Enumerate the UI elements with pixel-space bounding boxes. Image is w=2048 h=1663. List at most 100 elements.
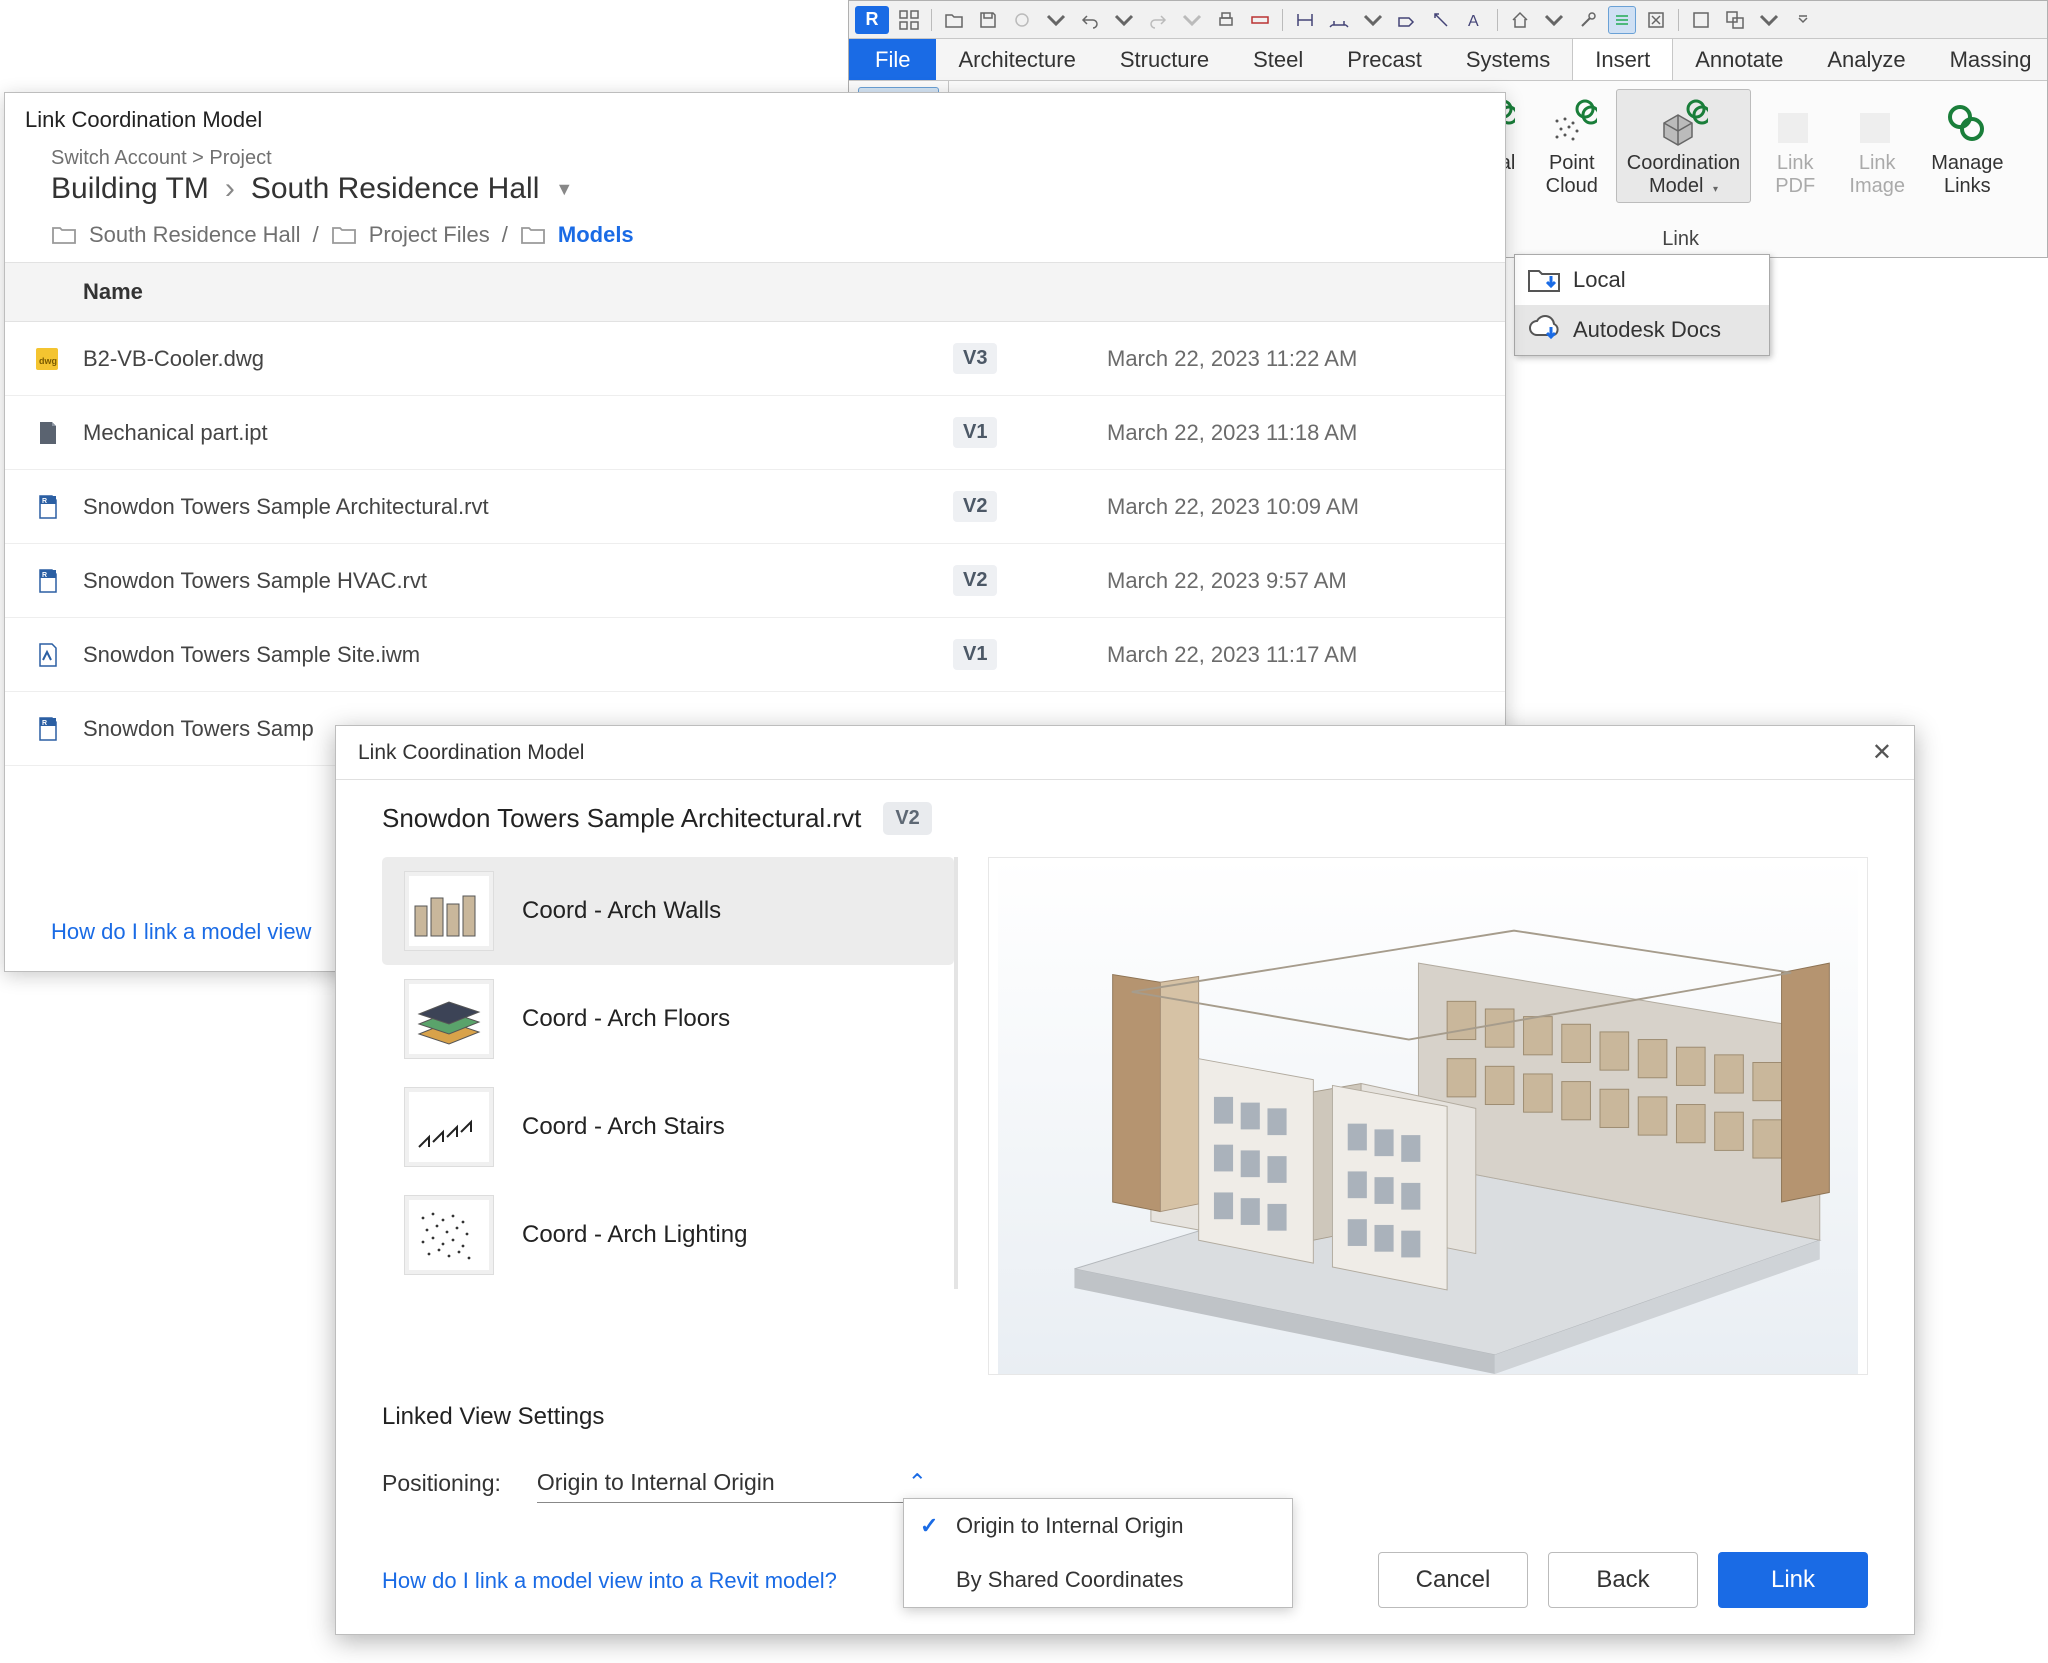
qat-dropdown-icon[interactable] bbox=[1110, 6, 1138, 34]
folder-path: South Residence Hall/ Project Files/ Mod… bbox=[5, 222, 1505, 262]
save-icon[interactable] bbox=[974, 6, 1002, 34]
switch-windows-icon[interactable] bbox=[1721, 6, 1749, 34]
table-row[interactable]: R Snowdon Towers Sample Architectural.rvt… bbox=[5, 470, 1505, 544]
view-item[interactable]: Coord - Arch Floors bbox=[382, 965, 954, 1073]
grid-icon[interactable] bbox=[895, 6, 923, 34]
dialog2-title: Link Coordination Model bbox=[358, 741, 584, 765]
coordination-model-button[interactable]: Coordination Model ▾ bbox=[1616, 89, 1751, 203]
redo-icon[interactable] bbox=[1144, 6, 1172, 34]
ribbon-tabs: File Architecture Structure Steel Precas… bbox=[849, 39, 2047, 81]
tab-systems[interactable]: Systems bbox=[1444, 39, 1572, 80]
measure-icon[interactable] bbox=[1246, 6, 1274, 34]
dropdown-item-autodesk-docs[interactable]: Autodesk Docs bbox=[1515, 305, 1769, 355]
project-name[interactable]: South Residence Hall bbox=[251, 172, 540, 206]
path-seg-1[interactable]: South Residence Hall bbox=[89, 222, 301, 248]
file-type-icon bbox=[31, 420, 63, 446]
open-icon[interactable] bbox=[940, 6, 968, 34]
folder-icon bbox=[520, 224, 546, 246]
model-preview[interactable] bbox=[988, 857, 1868, 1375]
customize-qat-icon[interactable] bbox=[1789, 6, 1817, 34]
view-label: Coord - Arch Lighting bbox=[522, 1221, 747, 1249]
column-name[interactable]: Name bbox=[83, 279, 143, 305]
tab-architecture[interactable]: Architecture bbox=[936, 39, 1097, 80]
positioning-dropdown[interactable]: Origin to Internal Origin ⌃ bbox=[537, 1463, 927, 1503]
home-icon[interactable] bbox=[1506, 6, 1534, 34]
version-badge: V2 bbox=[953, 565, 997, 596]
link-pdf-icon bbox=[1767, 94, 1823, 150]
dimension-linear-icon[interactable] bbox=[1291, 6, 1319, 34]
chevron-up-icon: ⌃ bbox=[908, 1469, 927, 1496]
link-coordination-dialog-views: Link Coordination Model ✕ Snowdon Towers… bbox=[335, 725, 1915, 1635]
file-name: Snowdon Towers Sample Site.iwm bbox=[83, 642, 953, 668]
table-row[interactable]: Snowdon Towers Sample Site.iwmV1March 22… bbox=[5, 618, 1505, 692]
version-badge: V2 bbox=[953, 491, 997, 522]
folder-down-icon bbox=[1527, 265, 1563, 295]
qat-dropdown-icon[interactable] bbox=[1359, 6, 1387, 34]
view-item[interactable]: Coord - Arch Walls bbox=[382, 857, 954, 965]
qat-dropdown-icon[interactable] bbox=[1042, 6, 1070, 34]
tab-massing[interactable]: Massing bbox=[1928, 39, 2048, 80]
link-image-icon bbox=[1849, 94, 1905, 150]
file-date: March 22, 2023 11:22 AM bbox=[1107, 346, 1357, 372]
qat-dropdown-icon[interactable] bbox=[1755, 6, 1783, 34]
view-icon[interactable] bbox=[1687, 6, 1715, 34]
view-item[interactable]: Coord - Arch Lighting bbox=[382, 1181, 954, 1289]
sync-icon[interactable] bbox=[1008, 6, 1036, 34]
account-breadcrumb[interactable]: Switch Account > Project bbox=[5, 147, 1505, 170]
positioning-option[interactable]: ✓Origin to Internal Origin bbox=[904, 1499, 1292, 1553]
help-link[interactable]: How do I link a model view bbox=[51, 919, 311, 945]
table-header: Name bbox=[5, 262, 1505, 322]
tab-structure[interactable]: Structure bbox=[1098, 39, 1231, 80]
dropdown-item-local[interactable]: Local bbox=[1515, 255, 1769, 305]
close-hidden-icon[interactable] bbox=[1642, 6, 1670, 34]
link-button[interactable]: Link bbox=[1718, 1552, 1868, 1608]
tab-steel[interactable]: Steel bbox=[1231, 39, 1325, 80]
table-row[interactable]: dwgB2-VB-Cooler.dwgV3March 22, 2023 11:2… bbox=[5, 322, 1505, 396]
tab-insert[interactable]: Insert bbox=[1572, 39, 1673, 80]
qat-dropdown-icon[interactable] bbox=[1178, 6, 1206, 34]
tag-icon[interactable] bbox=[1393, 6, 1421, 34]
view-thumbnail bbox=[404, 1195, 494, 1275]
text-icon[interactable]: A bbox=[1461, 6, 1489, 34]
path-seg-3[interactable]: Models bbox=[558, 222, 634, 248]
tab-precast[interactable]: Precast bbox=[1325, 39, 1444, 80]
thin-icon[interactable] bbox=[1608, 6, 1636, 34]
tab-file[interactable]: File bbox=[849, 39, 936, 80]
views-list: Coord - Arch Walls Coord - Arch Floors Coo… bbox=[382, 857, 958, 1289]
dimension-aligned-icon[interactable] bbox=[1325, 6, 1353, 34]
view-label: Coord - Arch Stairs bbox=[522, 1113, 725, 1141]
view-label: Coord - Arch Floors bbox=[522, 1005, 730, 1033]
dialog-title: Link Coordination Model bbox=[5, 93, 1505, 147]
view-item[interactable]: Coord - Arch Stairs bbox=[382, 1073, 954, 1181]
folder-icon bbox=[331, 224, 357, 246]
file-date: March 22, 2023 11:17 AM bbox=[1107, 642, 1357, 668]
file-type-icon: dwg bbox=[31, 346, 63, 372]
back-button[interactable]: Back bbox=[1548, 1552, 1698, 1608]
positioning-option[interactable]: By Shared Coordinates bbox=[904, 1553, 1292, 1607]
table-row[interactable]: RSnowdon Towers Sample HVAC.rvtV2March 2… bbox=[5, 544, 1505, 618]
revit-app-icon[interactable]: R bbox=[855, 6, 889, 34]
help-link[interactable]: How do I link a model view into a Revit … bbox=[382, 1568, 837, 1594]
table-row[interactable]: Mechanical part.iptV1March 22, 2023 11:1… bbox=[5, 396, 1505, 470]
close-icon[interactable]: ✕ bbox=[1872, 738, 1892, 767]
cancel-button[interactable]: Cancel bbox=[1378, 1552, 1528, 1608]
point-cloud-icon bbox=[1544, 94, 1600, 150]
qat-dropdown-icon[interactable] bbox=[1540, 6, 1568, 34]
version-badge: V1 bbox=[953, 417, 997, 448]
svg-text:R: R bbox=[42, 498, 47, 505]
org-name[interactable]: Building TM bbox=[51, 172, 209, 206]
file-type-icon: R bbox=[31, 494, 63, 520]
path-seg-2[interactable]: Project Files bbox=[369, 222, 490, 248]
dropdown-caret-icon[interactable]: ▼ bbox=[555, 179, 573, 200]
tab-annotate[interactable]: Annotate bbox=[1673, 39, 1805, 80]
wrench-icon[interactable] bbox=[1574, 6, 1602, 34]
align-icon[interactable] bbox=[1427, 6, 1455, 34]
manage-links-button[interactable]: Manage Links bbox=[1921, 89, 2013, 203]
file-type-icon bbox=[31, 642, 63, 668]
link-image-button: Link Image bbox=[1839, 89, 1915, 203]
print-icon[interactable] bbox=[1212, 6, 1240, 34]
file-name: Snowdon Towers Sample Architectural.rvt bbox=[83, 494, 953, 520]
tab-analyze[interactable]: Analyze bbox=[1805, 39, 1927, 80]
undo-icon[interactable] bbox=[1076, 6, 1104, 34]
point-cloud-button[interactable]: Point Cloud bbox=[1534, 89, 1610, 203]
